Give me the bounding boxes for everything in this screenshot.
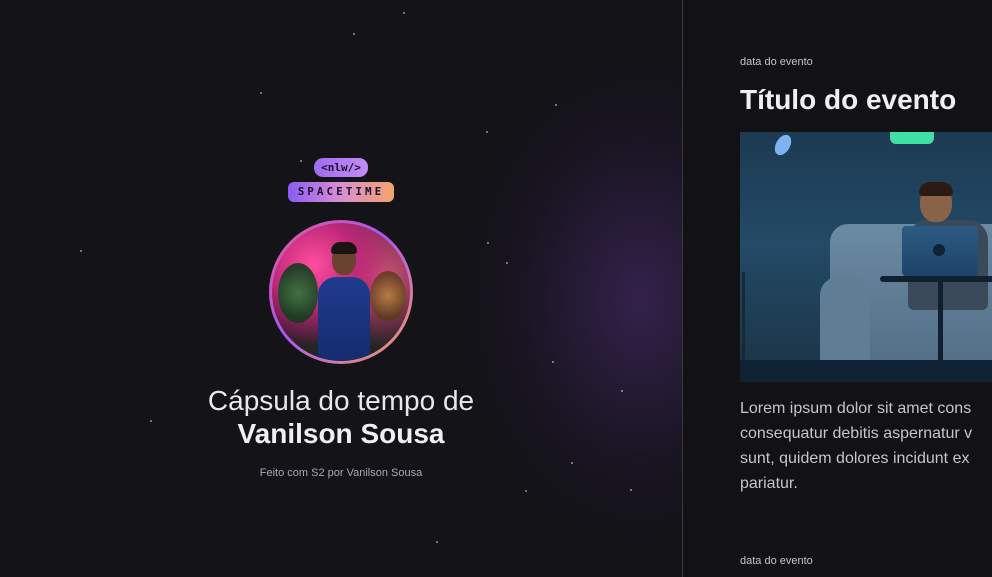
hero-content: <nlw/> SPACETIME Cápsula do tempo de Van…	[0, 158, 682, 479]
avatar	[272, 223, 410, 361]
capsule-owner-name: Vanilson Sousa	[237, 418, 445, 449]
event-date: data do evento	[740, 555, 813, 567]
footer-credit: Feito com S2 por Vanilson Sousa	[259, 467, 423, 479]
app-root: <nlw/> SPACETIME Cápsula do tempo de Van…	[0, 0, 992, 577]
avatar-ring	[269, 220, 413, 364]
event-description: Lorem ipsum dolor sit amet cons consequa…	[740, 396, 992, 496]
laptop-logo-icon	[933, 244, 945, 256]
logo-spacetime-badge: SPACETIME	[287, 182, 395, 202]
event-description-line: sunt, quidem dolores incidunt ex	[740, 450, 970, 467]
event-date: data do evento	[740, 56, 813, 68]
event-description-line: pariatur.	[740, 475, 798, 492]
logo-nlw-badge: <nlw/>	[314, 158, 368, 177]
event-cover-image	[740, 132, 992, 382]
hero-panel: <nlw/> SPACETIME Cápsula do tempo de Van…	[0, 0, 682, 577]
timeline-panel[interactable]: data do evento Título do evento Lorem ip…	[683, 0, 992, 577]
spacetime-logo: <nlw/> SPACETIME	[287, 158, 395, 202]
event-description-line: Lorem ipsum dolor sit amet cons	[740, 400, 972, 417]
event-title: Título do evento	[740, 84, 957, 115]
capsule-title: Cápsula do tempo de	[207, 385, 475, 416]
event-description-line: consequatur debitis aspernatur v	[740, 425, 973, 442]
